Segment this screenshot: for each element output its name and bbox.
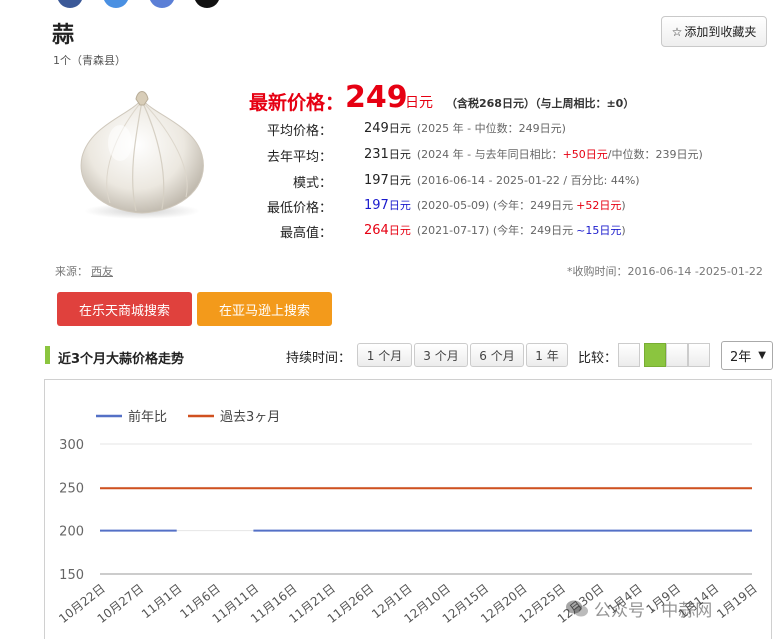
watermark: 公众号 · 中蒜网	[566, 596, 712, 621]
y-tick-label: 150	[59, 568, 84, 583]
x-tick-label: 1月19日	[714, 581, 760, 621]
x-tick-label: 11月1日	[139, 581, 185, 621]
legend-label: 過去3ヶ月	[220, 410, 280, 425]
y-tick-label: 200	[59, 525, 84, 540]
price-trend-chart: 15020025030010月22日10月27日11月1日11月6日11月11日…	[56, 409, 760, 626]
y-tick-label: 300	[59, 438, 84, 453]
watermark-text: 公众号 · 中蒜网	[594, 601, 713, 621]
y-tick-label: 250	[59, 481, 84, 496]
legend-label: 前年比	[128, 409, 167, 425]
wechat-icon	[566, 600, 588, 616]
